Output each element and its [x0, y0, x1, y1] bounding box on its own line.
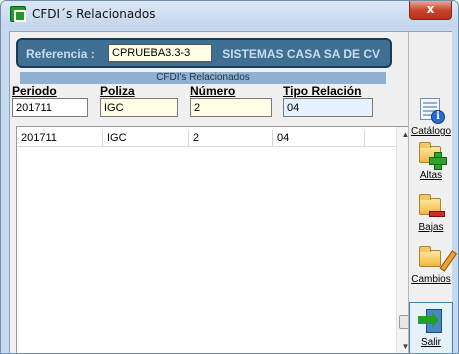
altas-button[interactable]: Altas — [409, 140, 453, 181]
cambios-button[interactable]: Cambios — [409, 244, 458, 285]
reference-label: Referencia : — [26, 47, 95, 61]
bajas-label: Bajas — [418, 222, 444, 233]
folder-add-icon — [417, 140, 447, 170]
action-toolbar: i Catálogo Altas Bajas Cambios Salir — [408, 32, 458, 353]
client-area: Referencia : SISTEMAS CASA SA DE CV CFDI… — [9, 31, 458, 353]
company-name: SISTEMAS CASA SA DE CV — [222, 47, 380, 61]
section-title: CFDI's Relacionados — [20, 72, 386, 84]
catalogo-button[interactable]: i Catálogo — [409, 96, 453, 137]
title-bar: CFDI´s Relacionados x — [1, 1, 458, 27]
related-cfdi-grid[interactable]: 201711 IGC 2 04 ▲ ▼ — [16, 126, 414, 353]
catalog-info-icon: i — [417, 96, 445, 124]
salir-label: Salir — [420, 337, 441, 348]
exit-door-icon — [417, 307, 445, 335]
poliza-input[interactable] — [100, 98, 178, 117]
cell-tipo-relacion: 04 — [273, 130, 365, 147]
folder-remove-icon — [417, 192, 445, 220]
tipo-relacion-label: Tipo Relación — [283, 84, 362, 98]
folder-edit-icon — [417, 244, 458, 272]
periodo-input[interactable] — [12, 98, 88, 117]
salir-button[interactable]: Salir — [409, 302, 453, 353]
bajas-button[interactable]: Bajas — [409, 192, 453, 233]
poliza-label: Poliza — [100, 84, 135, 98]
app-icon — [10, 6, 26, 22]
reference-input[interactable] — [108, 44, 212, 62]
reference-panel: Referencia : SISTEMAS CASA SA DE CV — [16, 38, 392, 68]
cell-poliza: IGC — [103, 130, 189, 147]
cell-numero: 2 — [189, 130, 273, 147]
cfdi-window: CFDI´s Relacionados x Referencia : SISTE… — [0, 0, 459, 354]
cambios-label: Cambios — [411, 274, 451, 285]
tipo-relacion-input[interactable] — [283, 98, 373, 117]
table-row[interactable]: 201711 IGC 2 04 — [17, 130, 397, 147]
periodo-label: Periodo — [12, 84, 57, 98]
numero-input[interactable] — [190, 98, 272, 117]
altas-label: Altas — [419, 170, 443, 181]
window-title: CFDI´s Relacionados — [32, 7, 156, 21]
numero-label: Número — [190, 84, 236, 98]
cell-periodo: 201711 — [17, 130, 103, 147]
close-button[interactable]: x — [409, 1, 452, 20]
catalogo-label: Catálogo — [410, 126, 452, 137]
